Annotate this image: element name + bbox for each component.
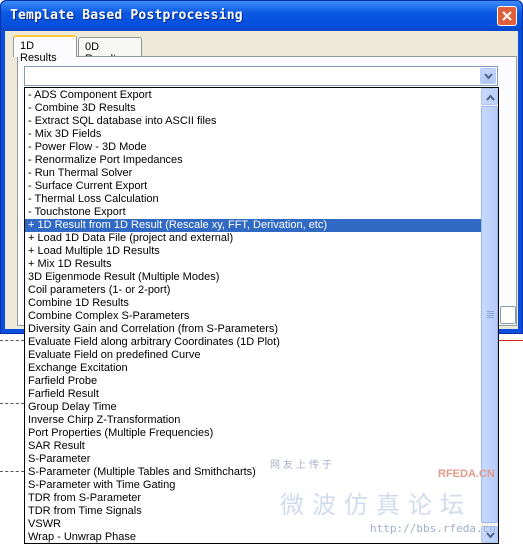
title-bar[interactable]: Template Based Postprocessing [1, 1, 522, 31]
list-item[interactable]: - Run Thermal Solver [25, 167, 482, 180]
list-item[interactable]: S-Parameter with Time Gating [25, 479, 482, 492]
list-item[interactable]: Combine 1D Results [25, 297, 482, 310]
tab-1d-results[interactable]: 1D Results [13, 35, 77, 64]
list-item[interactable]: Evaluate Field on predefined Curve [25, 349, 482, 362]
background-dashed-line [0, 471, 24, 472]
chevron-down-icon [486, 532, 495, 539]
combo-dropdown-button[interactable] [480, 68, 496, 84]
scroll-thumb[interactable] [481, 106, 498, 523]
template-dropdown-list[interactable]: - ADS Component Export - Combine 3D Resul… [24, 87, 499, 544]
list-item[interactable]: Farfield Result [25, 388, 482, 401]
close-icon [502, 11, 512, 21]
chevron-up-icon [486, 94, 495, 101]
list-item[interactable]: - Surface Current Export [25, 180, 482, 193]
background-field [500, 306, 516, 324]
list-item[interactable]: Coil parameters (1- or 2-port) [25, 284, 482, 297]
list-item[interactable]: TDR from Time Signals [25, 505, 482, 518]
list-item[interactable]: - Touchstone Export [25, 206, 482, 219]
tab-1d-results-label: 1D Results [20, 40, 57, 64]
tab-0d-results[interactable]: 0D Results [78, 37, 142, 65]
list-item[interactable]: - Combine 3D Results [25, 102, 482, 115]
list-item[interactable]: - Mix 3D Fields [25, 128, 482, 141]
scroll-up-button[interactable] [481, 88, 498, 105]
close-button[interactable] [497, 6, 517, 26]
list-item[interactable]: S-Parameter [25, 453, 482, 466]
list-item[interactable]: Farfield Probe [25, 375, 482, 388]
list-item[interactable]: TDR from S-Parameter [25, 492, 482, 505]
list-item[interactable]: S-Parameter (Multiple Tables and Smithch… [25, 466, 482, 479]
thumb-grip [487, 315, 494, 316]
list-item[interactable]: Group Delay Time [25, 401, 482, 414]
list-item[interactable]: - ADS Component Export [25, 89, 482, 102]
vertical-scrollbar[interactable] [481, 88, 498, 543]
template-combo-box[interactable] [24, 66, 498, 86]
chevron-down-icon [484, 73, 493, 80]
thumb-grip [487, 311, 494, 312]
template-list: - ADS Component Export - Combine 3D Resul… [25, 89, 482, 543]
list-item[interactable]: Port Properties (Multiple Frequencies) [25, 427, 482, 440]
list-item[interactable]: + Load 1D Data File (project and externa… [25, 232, 482, 245]
list-item[interactable]: 3D Eigenmode Result (Multiple Modes) [25, 271, 482, 284]
list-item[interactable]: Exchange Excitation [25, 362, 482, 375]
list-item[interactable]: - Thermal Loss Calculation [25, 193, 482, 206]
list-item[interactable]: - Power Flow - 3D Mode [25, 141, 482, 154]
list-item[interactable]: Evaluate Field along arbitrary Coordinat… [25, 336, 482, 349]
list-item[interactable]: Combine Complex S-Parameters [25, 310, 482, 323]
list-item[interactable]: Diversity Gain and Correlation (from S-P… [25, 323, 482, 336]
background-dashed-line [0, 403, 24, 404]
scroll-down-button[interactable] [481, 526, 498, 543]
list-item[interactable]: Wrap - Unwrap Phase [25, 531, 482, 543]
list-item[interactable]: + Mix 1D Results [25, 258, 482, 271]
list-item[interactable]: - Extract SQL database into ASCII files [25, 115, 482, 128]
thumb-grip [487, 317, 494, 318]
list-item[interactable]: Inverse Chirp Z-Transformation [25, 414, 482, 427]
list-item[interactable]: + Load Multiple 1D Results [25, 245, 482, 258]
list-item[interactable]: SAR Result [25, 440, 482, 453]
list-item[interactable]: + 1D Result from 1D Result (Rescale xy, … [25, 219, 482, 232]
background-red-line [499, 340, 523, 341]
thumb-grip [487, 313, 494, 314]
list-item[interactable]: - Renormalize Port Impedances [25, 154, 482, 167]
window-title: Template Based Postprocessing [10, 8, 243, 23]
list-item[interactable]: VSWR [25, 518, 482, 531]
background-dashed-line [0, 340, 24, 341]
